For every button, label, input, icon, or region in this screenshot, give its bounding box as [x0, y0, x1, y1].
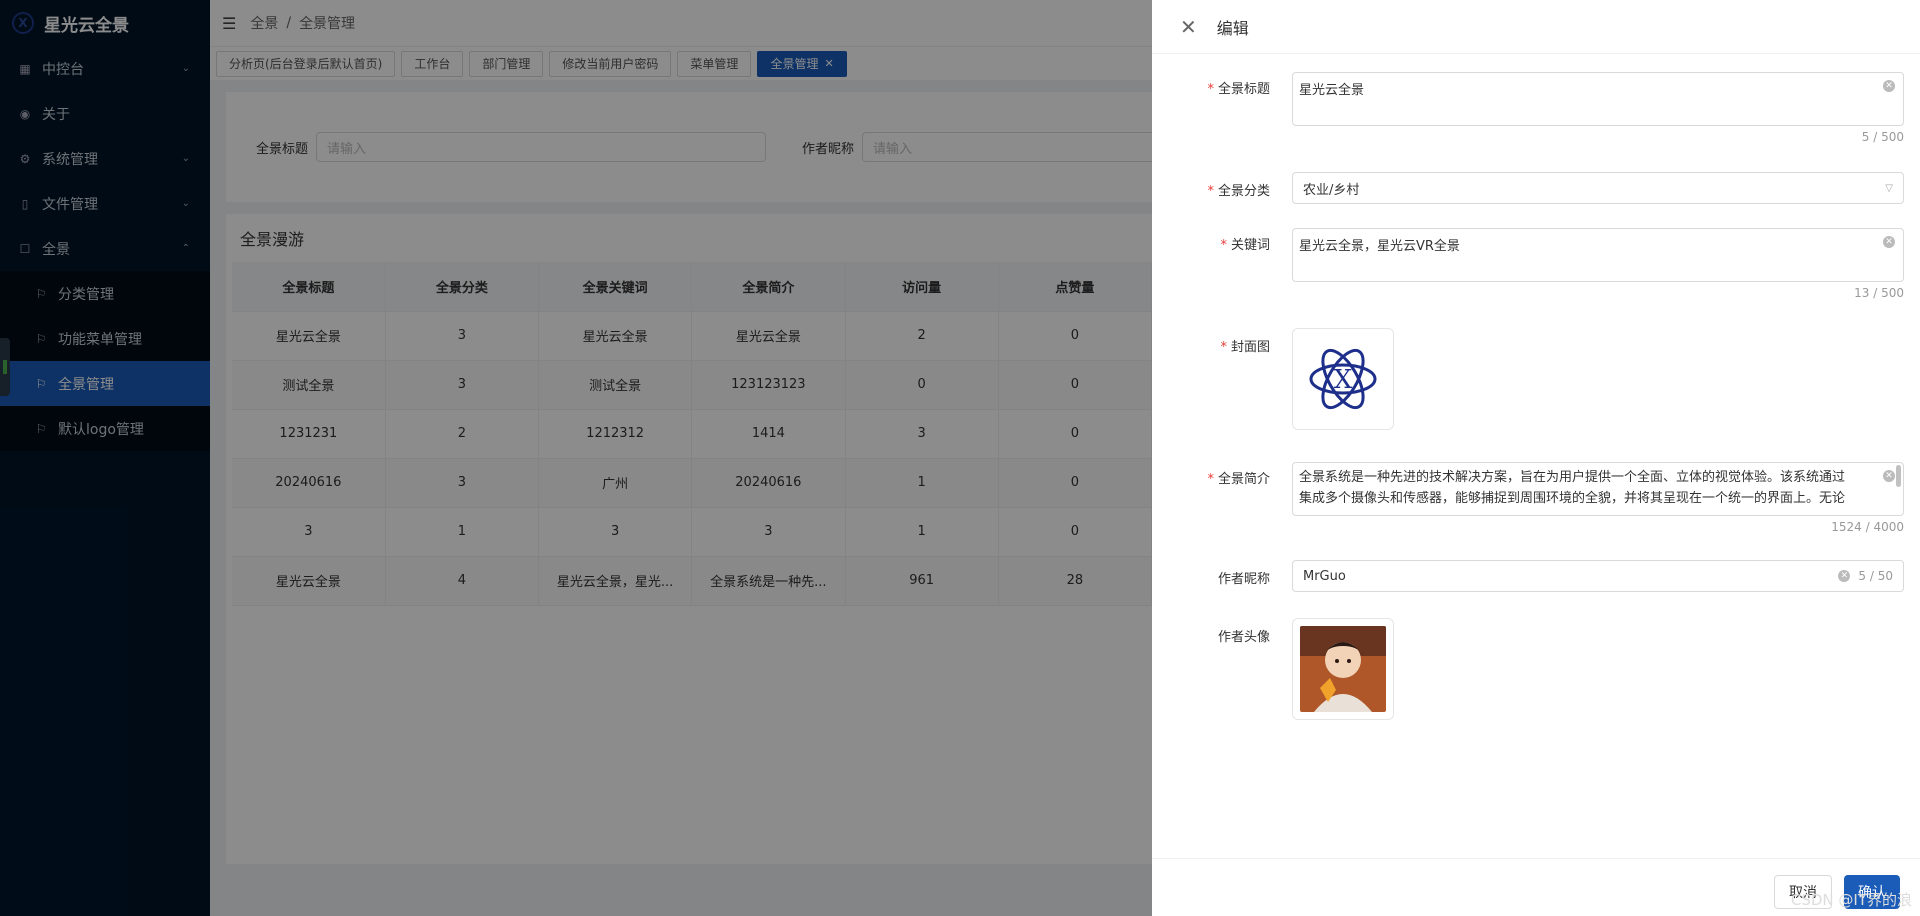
chevron-down-icon: ▽ [1885, 182, 1893, 194]
required-mark: * [1207, 184, 1214, 199]
clear-icon[interactable]: ✕ [1883, 236, 1895, 248]
author-counter: 5 / 50 [1858, 569, 1893, 583]
category-field: 农业/乡村 ▽ [1292, 172, 1904, 204]
avatar-label: 作者头像 [1217, 630, 1270, 645]
clear-icon[interactable]: ✕ [1838, 570, 1851, 582]
title-field: 星光云全景 ✕ 5 / 500 [1292, 72, 1904, 144]
author-field: MrGuo ✕ 5 / 50 [1292, 560, 1904, 592]
title-counter: 5 / 500 [1861, 130, 1904, 144]
intro-textarea[interactable]: 全景系统是一种先进的技术解决方案，旨在为用户提供一个全面、立体的视觉体验。该系统… [1292, 462, 1904, 516]
clear-icon[interactable]: ✕ [1883, 80, 1895, 92]
intro-value: 全景系统是一种先进的技术解决方案，旨在为用户提供一个全面、立体的视觉体验。该系统… [1299, 470, 1846, 506]
edit-drawer: ✕ 编辑 * 全景标题 星光云全景 ✕ 5 / 500 * 全景分类 农业/乡村 ▽ [1152, 0, 1920, 916]
keywords-label: * 关键词 [1150, 234, 1270, 253]
intro-label: * 全景简介 [1150, 468, 1270, 487]
author-label: 作者昵称 [1217, 572, 1270, 587]
label-text: 关键词 [1230, 238, 1270, 253]
keywords-value: 星光云全景，星光云VR全景 [1299, 239, 1460, 254]
required-mark: * [1220, 340, 1227, 355]
title-label: * 全景标题 [1150, 78, 1270, 97]
avatar [1300, 626, 1386, 712]
keywords-field: 星光云全景，星光云VR全景 ✕ 13 / 500 [1292, 228, 1904, 300]
author-input-suffix: ✕ 5 / 50 [1838, 569, 1893, 583]
label-text: 全景标题 [1217, 82, 1270, 97]
cover-upload[interactable]: X [1292, 328, 1394, 430]
cover-logo-image: X [1309, 348, 1377, 410]
author-input[interactable]: MrGuo ✕ 5 / 50 [1292, 560, 1904, 592]
label-text: 全景简介 [1217, 472, 1270, 487]
avatar-field [1292, 618, 1904, 720]
category-value: 农业/乡村 [1303, 182, 1360, 198]
close-icon[interactable]: ✕ [1180, 15, 1197, 39]
category-label: * 全景分类 [1150, 180, 1270, 199]
avatar-upload[interactable] [1292, 618, 1394, 720]
intro-counter: 1524 / 4000 [1831, 520, 1904, 534]
required-mark: * [1220, 238, 1227, 253]
author-value: MrGuo [1303, 568, 1346, 584]
drawer-title: 编辑 [1216, 18, 1249, 38]
cover-field: X [1292, 328, 1904, 430]
label-text: 封面图 [1230, 340, 1270, 355]
keywords-counter: 13 / 500 [1854, 286, 1904, 300]
watermark: CSDN @IT界的浪 [1790, 891, 1912, 909]
category-select[interactable]: 农业/乡村 ▽ [1292, 172, 1904, 204]
required-mark: * [1207, 472, 1214, 487]
label-text: 全景分类 [1217, 184, 1270, 199]
title-textarea[interactable]: 星光云全景 ✕ [1292, 72, 1904, 126]
drawer-header: ✕ 编辑 [1152, 0, 1920, 54]
scrollbar[interactable] [1896, 465, 1901, 487]
clear-icon[interactable]: ✕ [1883, 470, 1895, 482]
keywords-textarea[interactable]: 星光云全景，星光云VR全景 ✕ [1292, 228, 1904, 282]
required-mark: * [1207, 82, 1214, 97]
svg-text:X: X [1334, 365, 1353, 395]
title-value: 星光云全景 [1299, 83, 1365, 98]
cover-label: * 封面图 [1150, 336, 1270, 355]
intro-field: 全景系统是一种先进的技术解决方案，旨在为用户提供一个全面、立体的视觉体验。该系统… [1292, 462, 1904, 534]
